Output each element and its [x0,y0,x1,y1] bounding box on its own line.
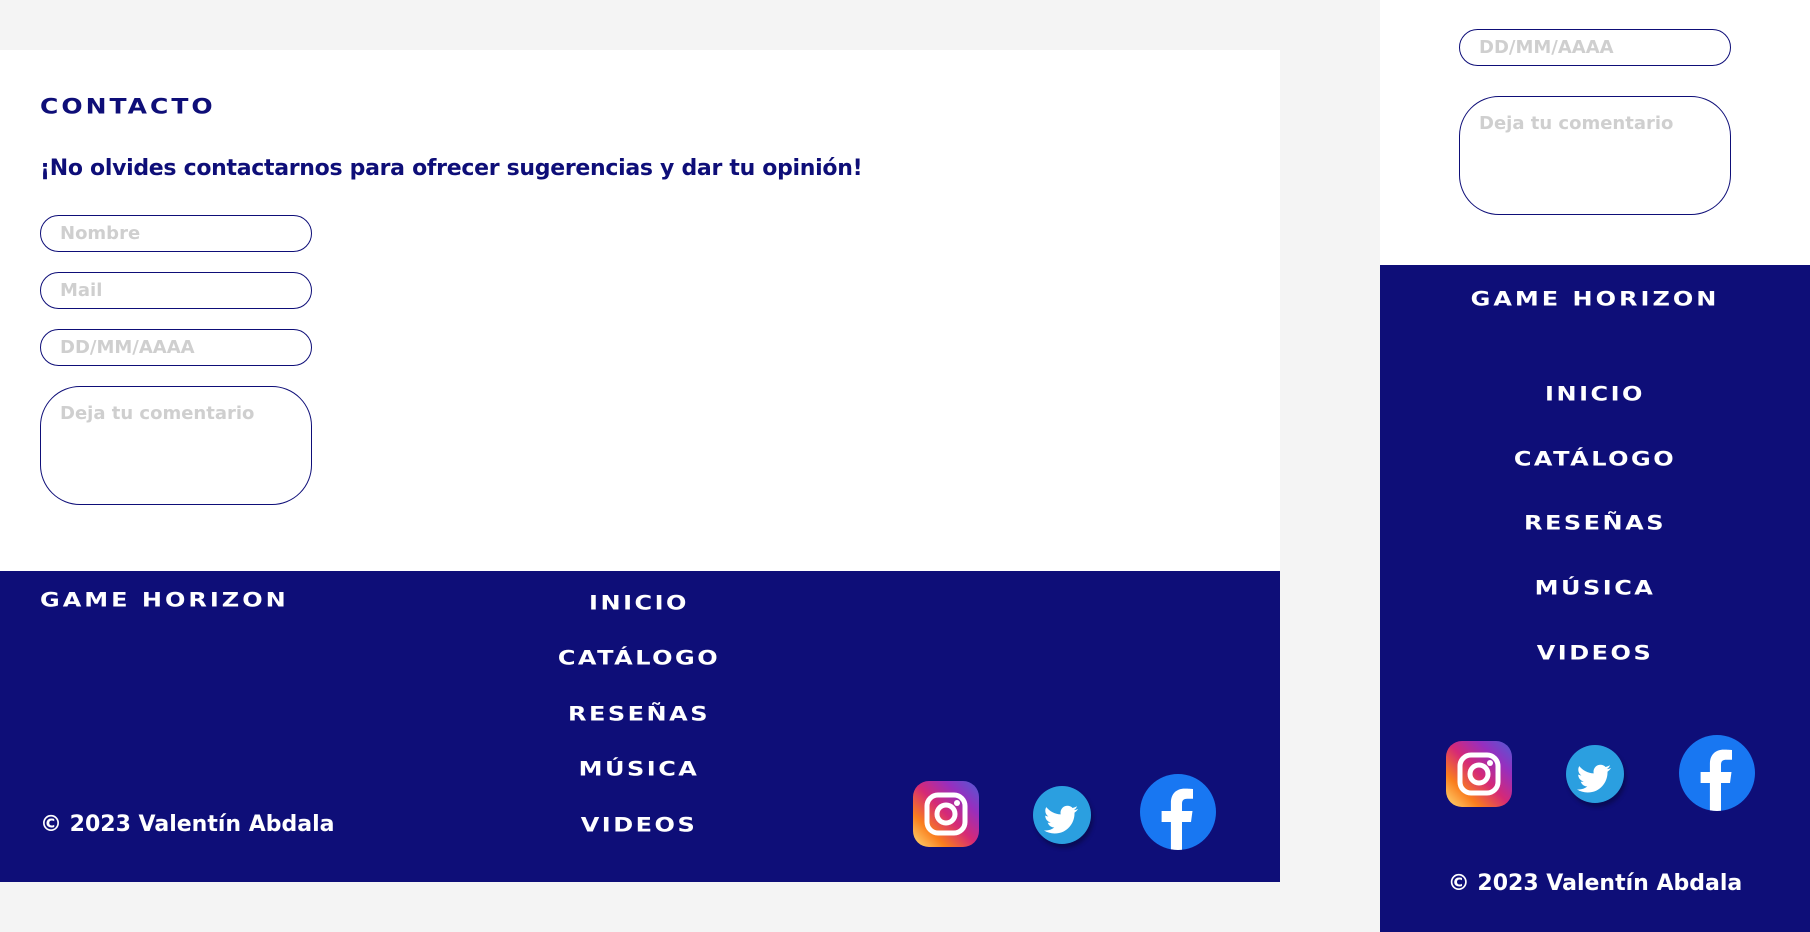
footer-copyright: © 2023 Valentín Abdala [40,812,335,837]
mobile-nav-resenas[interactable]: RESEÑAS [1445,512,1745,534]
comment-field[interactable]: Deja tu comentario [40,386,312,505]
nav-catalogo[interactable]: CATÁLOGO [489,647,789,669]
facebook-icon[interactable] [1140,774,1216,850]
desktop-layout: CONTACTO ¡No olvides contactarnos para o… [0,50,1280,882]
name-field[interactable]: Nombre [40,215,312,252]
mobile-footer-copyright: © 2023 Valentín Abdala [1447,871,1743,896]
mobile-nav-inicio[interactable]: INICIO [1445,383,1745,405]
mobile-footer-brand[interactable]: GAME HORIZON [1380,288,1810,310]
mail-field[interactable]: Mail [40,272,312,309]
mobile-twitter-icon[interactable] [1566,745,1624,803]
instagram-icon[interactable] [913,781,979,847]
mobile-nav-videos[interactable]: VIDEOS [1445,642,1745,664]
contact-section: CONTACTO ¡No olvides contactarnos para o… [0,50,1280,571]
mobile-comment-field[interactable]: Deja tu comentario [1459,96,1731,215]
contact-subtitle: ¡No olvides contactarnos para ofrecer su… [40,156,863,181]
mobile-contact-section: DD/MM/AAAA Deja tu comentario [1380,0,1810,265]
mobile-instagram-icon[interactable] [1446,741,1512,807]
mobile-nav-catalogo[interactable]: CATÁLOGO [1445,448,1745,470]
nav-inicio[interactable]: INICIO [489,592,789,614]
mobile-date-field[interactable]: DD/MM/AAAA [1459,29,1731,66]
contact-title: CONTACTO [40,94,216,119]
nav-videos[interactable]: VIDEOS [489,814,789,836]
nav-musica[interactable]: MÚSICA [489,758,789,780]
site-footer: GAME HORIZON INICIO CATÁLOGO RESEÑAS MÚS… [0,571,1280,882]
mobile-footer: GAME HORIZON INICIO CATÁLOGO RESEÑAS MÚS… [1380,265,1810,932]
date-field[interactable]: DD/MM/AAAA [40,329,312,366]
footer-brand[interactable]: GAME HORIZON [40,589,289,611]
mobile-nav-musica[interactable]: MÚSICA [1445,577,1745,599]
nav-resenas[interactable]: RESEÑAS [489,703,789,725]
mobile-facebook-icon[interactable] [1679,735,1755,811]
twitter-icon[interactable] [1033,786,1091,844]
mobile-layout: DD/MM/AAAA Deja tu comentario GAME HORIZ… [1380,0,1810,932]
